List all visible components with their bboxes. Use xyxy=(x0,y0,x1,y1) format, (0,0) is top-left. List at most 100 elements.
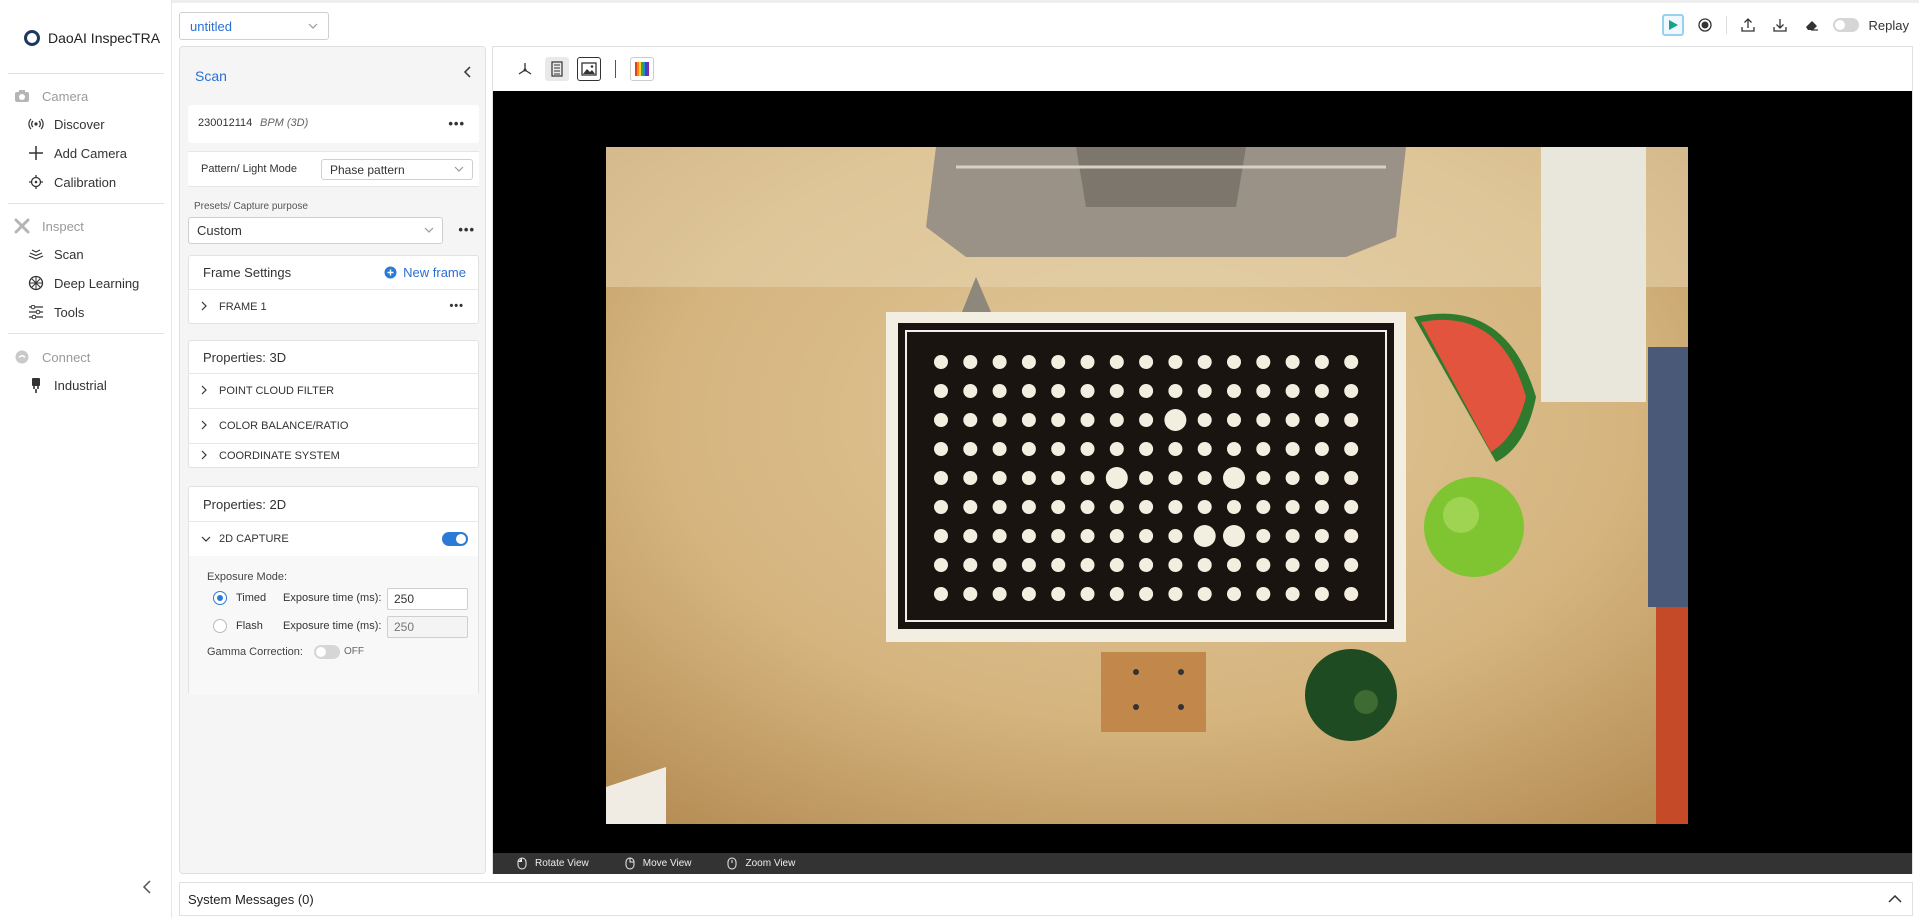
viewer-canvas[interactable] xyxy=(493,91,1912,853)
system-messages-label: System Messages (0) xyxy=(188,891,314,907)
upload-icon xyxy=(1740,18,1755,32)
calibration-dot xyxy=(1109,384,1124,398)
gamma-toggle[interactable] xyxy=(314,645,340,659)
scan-settings-panel: Scan 230012114 BPM (3D) ••• Pattern/ Lig… xyxy=(179,46,486,874)
panel-title: Scan xyxy=(195,68,227,84)
calibration-dot xyxy=(1168,500,1183,514)
presets-label: Presets/ Capture purpose xyxy=(194,201,308,212)
calibration-dot xyxy=(1285,500,1300,514)
collapse-panel-button[interactable] xyxy=(463,65,471,83)
presets-value: Custom xyxy=(197,223,242,238)
coordinate-system-row[interactable]: COORDINATE SYSTEM xyxy=(189,443,478,468)
timed-exposure-input[interactable] xyxy=(387,588,468,610)
viewer-toolbar xyxy=(493,47,1912,91)
calibration-dot xyxy=(1227,355,1241,369)
mouse-wheel-icon xyxy=(727,857,737,870)
frame-more-icon[interactable]: ••• xyxy=(449,300,464,312)
row-label: COLOR BALANCE/RATIO xyxy=(219,420,349,432)
play-button[interactable] xyxy=(1661,14,1684,36)
new-frame-button[interactable]: New frame xyxy=(384,265,466,280)
calibration-dot xyxy=(1105,467,1128,489)
chevron-down-icon xyxy=(424,225,434,236)
image-icon xyxy=(581,62,597,76)
image-view-button[interactable] xyxy=(577,57,601,81)
presets-more-icon[interactable]: ••• xyxy=(458,222,475,237)
expand-messages-button[interactable] xyxy=(1888,891,1902,906)
daoai-logo-icon xyxy=(24,30,40,46)
calibration-dot xyxy=(1021,587,1036,601)
calibration-dot xyxy=(992,384,1007,398)
scan-waves-icon xyxy=(28,246,44,262)
calibration-dot xyxy=(1314,384,1329,398)
calibration-dot xyxy=(1139,529,1154,543)
system-messages-bar[interactable]: System Messages (0) xyxy=(179,882,1913,916)
play-icon xyxy=(1668,20,1678,30)
calibration-dot xyxy=(1256,384,1271,398)
replay-toggle[interactable] xyxy=(1832,18,1859,32)
calibration-dot xyxy=(1080,355,1095,369)
point-cloud-filter-row[interactable]: POINT CLOUD FILTER xyxy=(189,373,478,408)
upload-button[interactable] xyxy=(1737,14,1759,36)
3d-view-button[interactable] xyxy=(513,57,537,81)
crosshair-icon xyxy=(28,174,44,190)
nav-item-calibration[interactable]: Calibration xyxy=(28,174,116,190)
calibration-dot xyxy=(1139,442,1154,456)
device-card[interactable]: 230012114 BPM (3D) ••• xyxy=(188,105,479,143)
calibration-dot xyxy=(1344,384,1359,398)
calibration-dot xyxy=(934,529,948,543)
nav-divider xyxy=(8,333,164,334)
frame-row[interactable]: FRAME 1 ••• xyxy=(189,289,478,324)
calibration-dot xyxy=(963,471,978,485)
calibration-dot xyxy=(1080,558,1095,572)
calibration-dot xyxy=(1314,442,1329,456)
calibration-dot xyxy=(1344,355,1359,369)
row-label: POINT CLOUD FILTER xyxy=(219,385,335,397)
calibration-dot xyxy=(1080,442,1095,456)
calibration-dot xyxy=(1168,355,1183,369)
chevron-left-icon xyxy=(142,880,151,894)
nav-item-add-camera[interactable]: Add Camera xyxy=(28,145,127,161)
calibration-dot xyxy=(1344,500,1359,514)
2d-capture-toggle[interactable] xyxy=(442,532,468,546)
nav-item-deep-learning[interactable]: Deep Learning xyxy=(28,275,139,291)
calibration-dot xyxy=(1227,384,1241,398)
pattern-row: Pattern/ Light Mode Phase pattern xyxy=(188,151,479,187)
device-more-icon[interactable]: ••• xyxy=(448,116,465,131)
color-map-button[interactable] xyxy=(630,57,654,81)
nav-item-discover[interactable]: Discover xyxy=(28,116,105,132)
timed-radio[interactable] xyxy=(213,591,227,605)
clear-button[interactable] xyxy=(1801,14,1823,36)
calibration-dot xyxy=(1256,558,1271,572)
calibration-dot xyxy=(1227,442,1241,456)
calibration-dot xyxy=(992,558,1007,572)
calibration-dot xyxy=(1314,529,1329,543)
project-select[interactable]: untitled xyxy=(179,12,329,40)
axes-3d-icon xyxy=(518,63,532,75)
color-balance-row[interactable]: COLOR BALANCE/RATIO xyxy=(189,408,478,443)
chevron-right-icon xyxy=(201,385,209,398)
calibration-dot xyxy=(992,471,1007,485)
2d-capture-row[interactable]: 2D CAPTURE xyxy=(189,521,478,556)
calibration-dot xyxy=(1051,587,1066,601)
collapse-nav-button[interactable] xyxy=(142,880,152,899)
calibration-dot xyxy=(1285,442,1300,456)
nav-item-industrial[interactable]: Industrial xyxy=(28,377,107,393)
record-button[interactable] xyxy=(1694,14,1716,36)
calibration-dot xyxy=(1227,500,1241,514)
calibration-dot xyxy=(992,413,1007,427)
calibration-dot xyxy=(1314,471,1329,485)
download-button[interactable] xyxy=(1769,14,1791,36)
calibration-dot xyxy=(992,500,1007,514)
pattern-select[interactable]: Phase pattern xyxy=(321,159,473,180)
nav-item-tools[interactable]: Tools xyxy=(28,304,84,320)
flash-exposure-input[interactable] xyxy=(387,616,468,638)
flash-radio[interactable] xyxy=(213,619,227,633)
calibration-dot xyxy=(1197,587,1212,601)
presets-select[interactable]: Custom xyxy=(188,217,443,244)
calibration-dot xyxy=(1168,529,1183,543)
nav-section-label: Inspect xyxy=(42,218,84,234)
nav-item-scan[interactable]: Scan xyxy=(28,246,84,262)
depth-view-button[interactable] xyxy=(545,57,569,81)
calibration-dot xyxy=(1109,558,1124,572)
2d-capture-body: Exposure Mode: Timed Exposure time (ms):… xyxy=(189,556,478,695)
